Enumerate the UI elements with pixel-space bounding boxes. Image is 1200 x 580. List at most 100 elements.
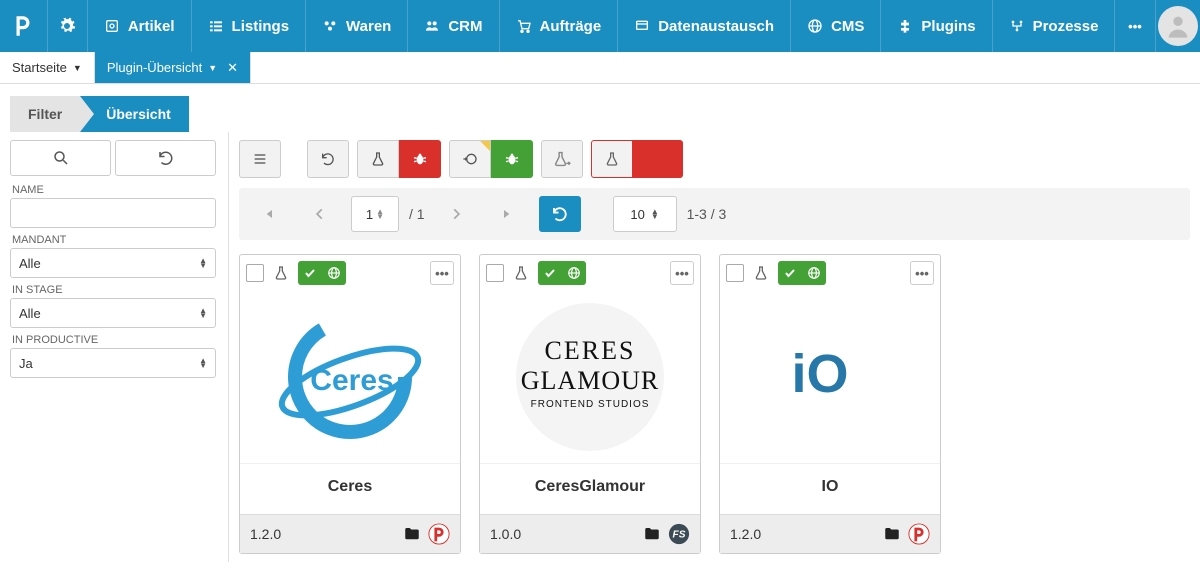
svg-text:iO: iO [791, 344, 848, 404]
search-icon [52, 149, 70, 167]
card-checkbox[interactable] [726, 264, 744, 282]
filter-mandant-label: MANDANT [12, 234, 216, 246]
svg-text:CERES: CERES [545, 336, 636, 365]
plugin-name: CeresGlamour [480, 463, 700, 514]
view-tabs: Filter Übersicht [0, 96, 1200, 132]
filter-mandant-select[interactable]: Alle▲▼ [10, 248, 216, 278]
card-checkbox[interactable] [486, 264, 504, 282]
plugin-cards: ••• Ceres Ceres 1.2.0 [239, 254, 1190, 554]
cms-icon [807, 18, 823, 34]
plugin-card: ••• iO IO 1.2.0 [719, 254, 941, 554]
card-status-badge[interactable] [778, 261, 826, 285]
check-icon [778, 261, 802, 285]
reset-button[interactable] [115, 140, 216, 176]
plugins-icon [897, 18, 913, 34]
globe-icon [802, 261, 826, 285]
nav-label: CMS [831, 18, 864, 35]
nav-prozesse[interactable]: Prozesse [993, 0, 1116, 52]
processes-icon [1009, 18, 1025, 34]
top-nav: Artikel Listings Waren CRM Aufträge Date… [0, 0, 1200, 52]
pager-page-input[interactable]: 1 ▲▼ [351, 196, 399, 232]
undo-icon [320, 151, 336, 167]
flask-icon [604, 150, 620, 168]
folder-icon [642, 525, 662, 543]
deploy-globe-button[interactable] [449, 140, 491, 178]
source-fs-icon: FS [668, 523, 690, 545]
nav-crm[interactable]: CRM [408, 0, 499, 52]
close-icon[interactable]: ✕ [227, 60, 238, 76]
svg-text:Ceres: Ceres [310, 364, 393, 397]
nav-label: Aufträge [540, 18, 602, 35]
nav-label: Prozesse [1033, 18, 1099, 35]
orders-icon [516, 18, 532, 34]
listings-icon [208, 18, 224, 34]
bug-icon [412, 151, 428, 167]
plugin-version: 1.2.0 [730, 526, 876, 542]
flask-icon [270, 262, 292, 284]
breadcrumb: Startseite ▼ Plugin-Übersicht ▼ ✕ [0, 52, 1200, 84]
nav-label: Waren [346, 18, 391, 35]
stock-icon [322, 18, 338, 34]
article-icon [104, 18, 120, 34]
delete-action-button[interactable] [633, 140, 683, 178]
nav-waren[interactable]: Waren [306, 0, 408, 52]
undo-icon [157, 149, 175, 167]
breadcrumb-start[interactable]: Startseite ▼ [0, 52, 95, 83]
content-area: 1 ▲▼ / 1 10 ▲▼ 1-3 / 3 [228, 132, 1200, 562]
tab-filter[interactable]: Filter [10, 96, 80, 132]
select-all-button[interactable] [239, 140, 281, 178]
source-plenty-icon [908, 523, 930, 545]
card-status-badge[interactable] [538, 261, 586, 285]
search-button[interactable] [10, 140, 111, 176]
nav-label: Datenaustausch [658, 18, 774, 35]
card-menu-button[interactable]: ••• [430, 261, 454, 285]
exchange-icon [634, 18, 650, 34]
flask-delete-button[interactable] [591, 140, 633, 178]
flask-icon [370, 150, 386, 168]
pager-next-button[interactable] [435, 196, 477, 232]
tab-overview[interactable]: Übersicht [80, 96, 189, 132]
deploy-bug-button[interactable] [491, 140, 533, 178]
nav-cms[interactable]: CMS [791, 0, 881, 52]
settings-gear-icon[interactable] [48, 0, 88, 52]
flask-icon [510, 262, 532, 284]
nav-listings[interactable]: Listings [192, 0, 307, 52]
chevron-down-icon: ▼ [208, 63, 217, 73]
filter-prod-select[interactable]: Ja▲▼ [10, 348, 216, 378]
folder-icon [882, 525, 902, 543]
nav-plugins[interactable]: Plugins [881, 0, 992, 52]
plugin-name: IO [720, 463, 940, 514]
globe-icon [562, 261, 586, 285]
pager-first-button[interactable] [247, 196, 289, 232]
nav-datenaustausch[interactable]: Datenaustausch [618, 0, 791, 52]
nav-artikel[interactable]: Artikel [88, 0, 192, 52]
filter-stage-select[interactable]: Alle▲▼ [10, 298, 216, 328]
pager-last-button[interactable] [487, 196, 529, 232]
undo-action-button[interactable] [307, 140, 349, 178]
nav-more-button[interactable]: ••• [1115, 0, 1155, 52]
stage-flask-button[interactable] [357, 140, 399, 178]
flask-arrow-icon [552, 150, 572, 168]
pager-prev-button[interactable] [299, 196, 341, 232]
stage-bug-button[interactable] [399, 140, 441, 178]
nav-auftraege[interactable]: Aufträge [500, 0, 619, 52]
flask-export-button[interactable] [541, 140, 583, 178]
breadcrumb-plugin-overview[interactable]: Plugin-Übersicht ▼ ✕ [95, 52, 251, 83]
plugin-logo-glamour: CERESGLAMOURFRONTEND STUDIOS [480, 291, 700, 463]
plugin-logo-io: iO [720, 291, 940, 463]
card-status-badge[interactable] [298, 261, 346, 285]
card-menu-button[interactable]: ••• [910, 261, 934, 285]
pager-pagesize-select[interactable]: 10 ▲▼ [613, 196, 677, 232]
brand-logo[interactable] [0, 0, 48, 52]
plugin-card: ••• Ceres Ceres 1.2.0 [239, 254, 461, 554]
card-checkbox[interactable] [246, 264, 264, 282]
nav-label: CRM [448, 18, 482, 35]
user-avatar[interactable] [1156, 0, 1200, 52]
filter-sidebar: NAME MANDANT Alle▲▼ IN STAGE Alle▲▼ IN P… [0, 132, 226, 386]
nav-label: Listings [232, 18, 290, 35]
user-icon [1164, 12, 1192, 40]
card-menu-button[interactable]: ••• [670, 261, 694, 285]
chevron-down-icon: ▼ [73, 63, 82, 73]
filter-name-input[interactable] [10, 198, 216, 228]
pager-reload-button[interactable] [539, 196, 581, 232]
